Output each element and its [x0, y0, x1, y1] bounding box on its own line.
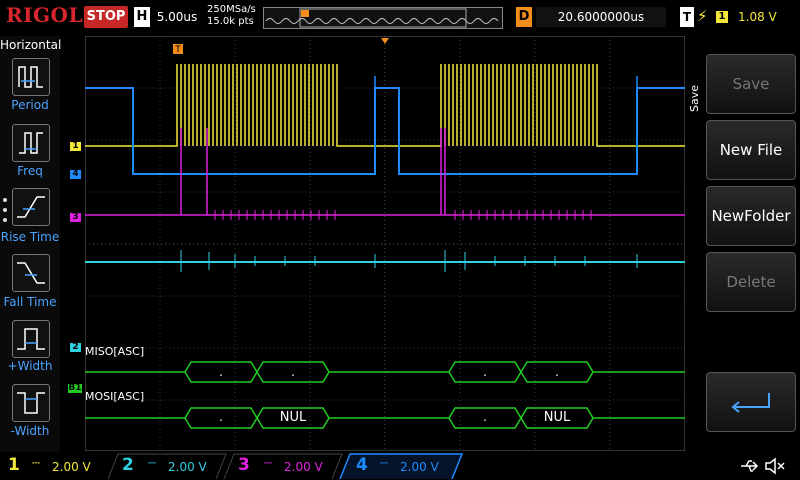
trigger-t-marker: T	[173, 44, 183, 55]
trigger-level[interactable]: 1.08 V	[738, 7, 788, 27]
dc-coupling-icon: ⎓	[264, 458, 272, 469]
usb-icon	[738, 456, 760, 476]
waveform-display[interactable]: T	[85, 36, 685, 451]
timebase-value[interactable]: 5.00us	[152, 7, 202, 27]
mosi-frame: .	[219, 410, 223, 424]
horizontal-badge: H	[134, 7, 150, 27]
ch4-number[interactable]: 4	[356, 455, 368, 475]
dc-coupling-icon: ⎓	[148, 458, 156, 469]
speaker-mute-icon[interactable]	[764, 456, 786, 476]
menu-side-tab: Save	[688, 85, 704, 136]
sidebar-item-label: Period	[11, 98, 49, 112]
ch4-scale[interactable]: 2.00 V	[400, 460, 439, 474]
ch4-marker[interactable]: 4	[70, 170, 81, 179]
ch1-number[interactable]: 1	[8, 455, 20, 475]
new-file-button[interactable]: New File	[706, 120, 796, 180]
menu-side-label: Save	[688, 84, 701, 112]
mosi-frame: NUL	[543, 410, 571, 425]
delete-button[interactable]: Delete	[706, 252, 796, 312]
trigger-badge: T	[680, 7, 694, 27]
pos-width-button[interactable]	[12, 320, 50, 358]
period-measure-button[interactable]	[12, 58, 50, 96]
rising-edge-icon: ⚡	[697, 7, 708, 25]
run-stop-status[interactable]: STOP	[84, 6, 128, 28]
miso-label: MISO[ASC]	[85, 345, 145, 358]
miso-frame: .	[483, 365, 487, 379]
fall-time-icon	[17, 262, 45, 284]
save-button[interactable]: Save	[706, 54, 796, 114]
dc-coupling-icon: ⎓	[32, 458, 40, 469]
delay-value[interactable]: 20.6000000us	[536, 7, 666, 27]
fall-time-button[interactable]	[12, 254, 50, 292]
ch2-number[interactable]: 2	[122, 455, 134, 475]
neg-width-button[interactable]	[12, 384, 50, 422]
mosi-label: MOSI[ASC]	[85, 390, 145, 403]
new-folder-button[interactable]: NewFolder	[706, 186, 796, 246]
svg-text:T: T	[174, 45, 181, 55]
ch3-marker[interactable]: 3	[70, 213, 81, 222]
miso-frame: .	[219, 365, 223, 379]
miso-frame: .	[555, 365, 559, 379]
rise-time-button[interactable]	[12, 188, 50, 226]
sidebar-item-label: Rise Time	[0, 230, 60, 244]
acquisition-info: 250MSa/s 15.0k pts	[207, 4, 256, 28]
trigger-position-marker	[381, 38, 389, 44]
ch3-scale[interactable]: 2.00 V	[284, 460, 323, 474]
freq-measure-button[interactable]	[12, 124, 50, 162]
ch1-marker[interactable]: 1	[70, 142, 81, 151]
pos-width-icon	[17, 328, 45, 350]
grid-lines	[85, 36, 685, 451]
ch2-marker[interactable]: 2	[70, 343, 81, 352]
rigol-logo: RIGOL	[6, 3, 84, 27]
ch2-scale[interactable]: 2.00 V	[168, 460, 207, 474]
return-button[interactable]	[706, 372, 796, 432]
delay-badge: D	[516, 7, 532, 27]
ch3-trace	[85, 128, 685, 216]
period-measure-icon	[18, 66, 43, 88]
freq-measure-icon	[19, 132, 43, 154]
neg-width-icon	[17, 392, 45, 414]
ch3-number[interactable]: 3	[238, 455, 250, 475]
sidebar-item-label: Freq	[17, 164, 43, 178]
sample-rate: 250MSa/s	[207, 4, 256, 15]
trigger-source: 1	[716, 11, 728, 23]
sidebar-item-label: Fall Time	[3, 295, 57, 309]
mosi-frame: .	[483, 410, 487, 424]
sidebar-item-label: -Width	[10, 424, 50, 438]
ch1-scale[interactable]: 2.00 V	[52, 460, 91, 474]
mosi-frame: NUL	[279, 410, 307, 425]
bus1-marker[interactable]: B1	[68, 384, 82, 393]
memory-overview-strip	[263, 7, 503, 29]
memory-waveform-icon	[265, 8, 499, 28]
rise-time-icon	[17, 196, 45, 218]
dc-coupling-icon: ⎓	[380, 458, 388, 469]
sidebar-item-label: +Width	[7, 359, 53, 373]
miso-frame: .	[291, 365, 295, 379]
memory-depth: 15.0k pts	[207, 16, 254, 27]
page-dots-icon	[2, 196, 8, 226]
ch3-spikes	[440, 128, 446, 215]
return-arrow-icon	[731, 393, 770, 413]
sidebar-title: Horizontal	[0, 38, 62, 52]
